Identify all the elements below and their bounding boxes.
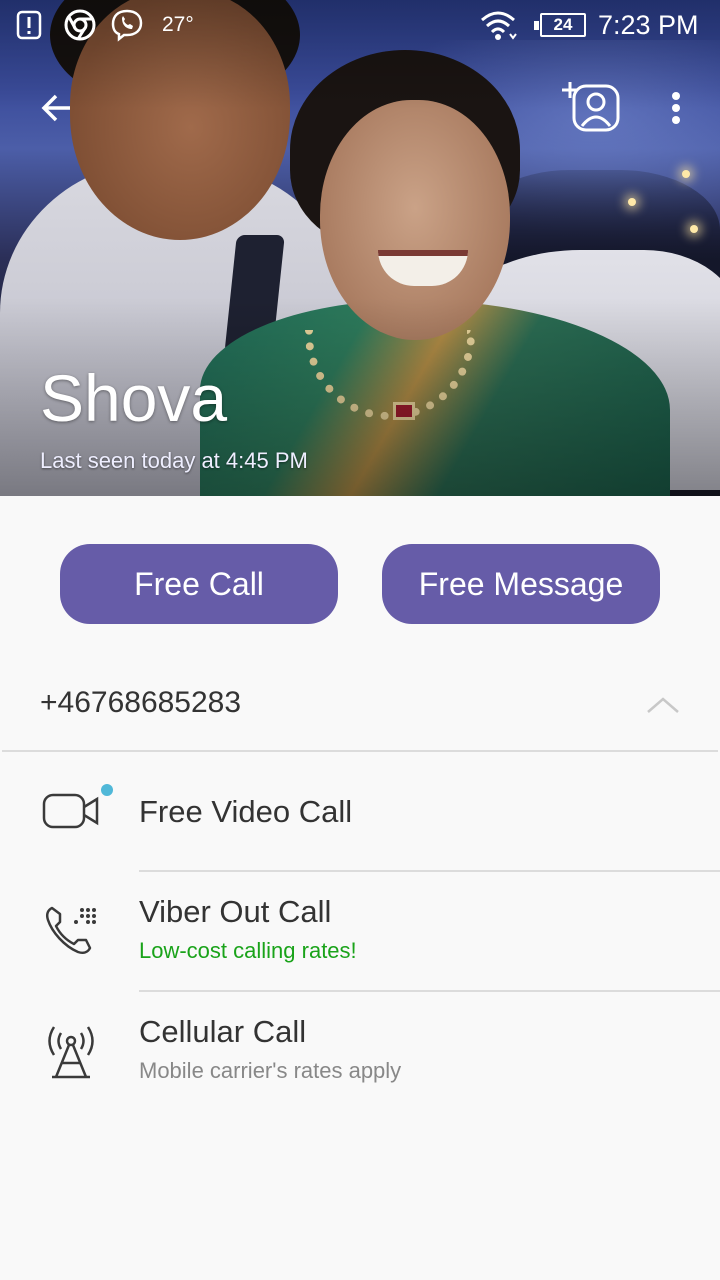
free-video-call-option[interactable]: Free Video Call	[0, 752, 720, 870]
option-title: Cellular Call	[139, 1014, 307, 1049]
add-contact-button[interactable]	[560, 76, 624, 136]
clock: 7:23 PM	[598, 9, 699, 40]
more-vert-icon	[672, 92, 680, 124]
contact-name: Shova	[40, 361, 228, 435]
arrow-back-icon	[41, 94, 70, 122]
collapse-button[interactable]	[640, 684, 686, 724]
option-title: Viber Out Call	[139, 894, 332, 929]
battery-level: 24	[553, 15, 573, 34]
notification-alert-icon	[16, 8, 42, 42]
wifi-icon	[478, 8, 518, 42]
viber-icon	[110, 8, 144, 42]
last-seen-status: Last seen today at 4:45 PM	[40, 448, 308, 473]
free-message-button[interactable]: Free Message	[382, 544, 660, 624]
video-camera-icon	[38, 778, 104, 844]
chrome-icon	[64, 8, 96, 42]
back-button[interactable]	[32, 84, 80, 132]
chevron-up-icon	[647, 697, 679, 713]
antenna-icon	[38, 1018, 104, 1084]
free-call-button[interactable]: Free Call	[60, 544, 338, 624]
status-bar: 27° 24 7:23 PM	[0, 0, 720, 50]
viber-out-call-option[interactable]: Viber Out Call Low-cost calling rates!	[0, 872, 720, 990]
cellular-call-option[interactable]: Cellular Call Mobile carrier's rates app…	[0, 992, 720, 1110]
phone-number: +46768685283	[40, 686, 242, 719]
temperature: 27°	[162, 13, 194, 36]
phone-number-row[interactable]: +46768685283	[0, 660, 720, 752]
new-feature-badge	[101, 784, 113, 796]
battery-icon: 24	[534, 8, 586, 42]
option-subtitle: Low-cost calling rates!	[139, 938, 357, 963]
more-options-button[interactable]	[656, 84, 696, 132]
phone-dialpad-icon	[38, 896, 104, 962]
add-contact-icon	[562, 82, 620, 132]
option-subtitle: Mobile carrier's rates apply	[139, 1058, 402, 1083]
option-title: Free Video Call	[139, 794, 353, 829]
